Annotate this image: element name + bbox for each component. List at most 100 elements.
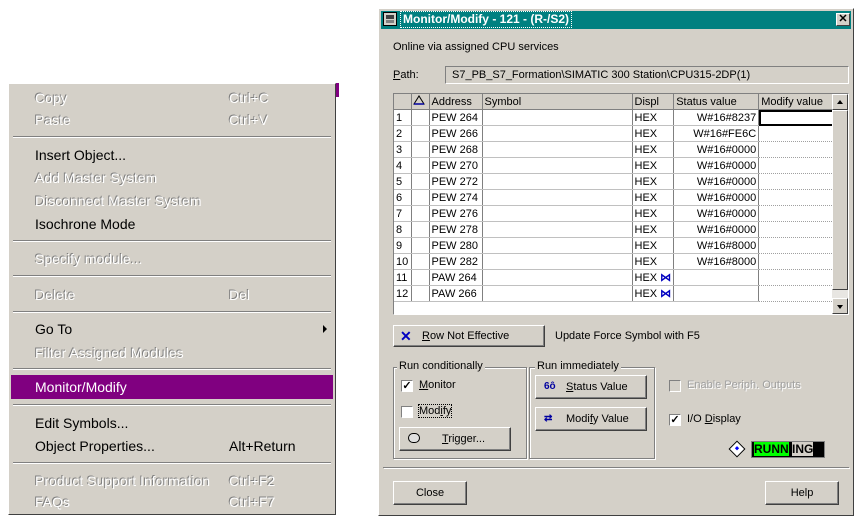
display-format-cell: HEX xyxy=(632,141,675,158)
address-cell[interactable]: PAW 264 xyxy=(429,269,483,286)
modify-value-button[interactable]: ⇄ Modify Value xyxy=(535,407,647,431)
address-cell[interactable]: PEW 264 xyxy=(429,109,483,126)
table-row[interactable]: 5 PEW 272 HEX W#16#0000 xyxy=(394,173,846,190)
symbol-cell[interactable] xyxy=(482,157,633,174)
status-value-cell xyxy=(673,269,760,286)
table-row[interactable]: 7 PEW 276 HEX W#16#0000 xyxy=(394,205,846,222)
table-row[interactable]: 3 PEW 268 HEX W#16#0000 xyxy=(394,141,846,158)
force-symbol-icon: ⋈ xyxy=(657,288,672,300)
address-cell[interactable]: PEW 280 xyxy=(429,237,483,254)
address-cell[interactable]: PAW 266 xyxy=(429,285,483,302)
display-format-cell: HEX xyxy=(632,253,675,270)
trigger-button[interactable]: Trigger... xyxy=(399,427,511,451)
table-row[interactable]: 10 PEW 282 HEX W#16#8000 xyxy=(394,253,846,270)
table-row[interactable]: 2 PEW 266 HEX W#16#FE6C xyxy=(394,125,846,142)
symbol-cell[interactable] xyxy=(482,109,633,126)
modify-value-label: Modify Value xyxy=(566,413,629,425)
address-cell[interactable]: PEW 266 xyxy=(429,125,483,142)
symbol-cell[interactable] xyxy=(482,205,633,222)
menu-item-disconnect-master-system: Disconnect Master System xyxy=(35,193,202,209)
menu-item-copy: Copy Ctrl+C xyxy=(35,90,270,106)
column-header-address[interactable]: Address xyxy=(429,94,483,110)
status-value-cell xyxy=(673,285,760,302)
status-diamond-icon xyxy=(728,440,746,458)
modify-label: Modify xyxy=(417,404,453,418)
scroll-thumb[interactable] xyxy=(832,110,848,290)
symbol-cell[interactable] xyxy=(482,141,633,158)
row-number: 7 xyxy=(394,205,412,222)
row-marker xyxy=(411,221,430,238)
symbol-cell[interactable] xyxy=(482,253,633,270)
menu-item-go-to[interactable]: Go To xyxy=(11,317,333,341)
display-format-cell: HEX xyxy=(632,157,675,174)
symbol-cell[interactable] xyxy=(482,189,633,206)
symbol-cell[interactable] xyxy=(482,285,633,302)
table-row[interactable]: 12 PAW 266 HEX ⋈ xyxy=(394,285,846,302)
table-row[interactable]: 9 PEW 280 HEX W#16#8000 xyxy=(394,237,846,254)
row-marker xyxy=(411,285,430,302)
status-value-cell: W#16#0000 xyxy=(673,141,760,158)
address-cell[interactable]: PEW 276 xyxy=(429,205,483,222)
trigger-label: Trigger... xyxy=(442,433,485,445)
table-row[interactable]: 6 PEW 274 HEX W#16#0000 xyxy=(394,189,846,206)
address-cell[interactable]: PEW 268 xyxy=(429,141,483,158)
status-value-cell: W#16#0000 xyxy=(673,173,760,190)
running-status-text-rest: ING xyxy=(792,442,814,456)
table-row[interactable]: 11 PAW 264 HEX ⋈ xyxy=(394,269,846,286)
row-number: 2 xyxy=(394,125,412,142)
monitor-table[interactable]: Address Symbol Displ Status value Modify… xyxy=(393,93,849,315)
row-marker xyxy=(411,141,430,158)
app-icon xyxy=(383,12,397,26)
symbol-cell[interactable] xyxy=(482,221,633,238)
row-marker xyxy=(411,173,430,190)
symbol-cell[interactable] xyxy=(482,269,633,286)
address-cell[interactable]: PEW 282 xyxy=(429,253,483,270)
monitor-checkbox[interactable]: ✓ xyxy=(401,380,413,392)
menu-item-object-properties[interactable]: Object Properties... Alt+Return xyxy=(11,434,333,458)
scroll-up-icon[interactable] xyxy=(832,94,848,110)
row-marker xyxy=(411,253,430,270)
row-number: 9 xyxy=(394,237,412,254)
menu-item-monitor-modify[interactable]: Monitor/Modify xyxy=(11,375,333,399)
address-cell[interactable]: PEW 278 xyxy=(429,221,483,238)
menu-item-edit-symbols[interactable]: Edit Symbols... xyxy=(11,411,333,435)
table-row[interactable]: 8 PEW 278 HEX W#16#0000 xyxy=(394,221,846,238)
menu-separator xyxy=(13,368,331,370)
address-cell[interactable]: PEW 270 xyxy=(429,157,483,174)
help-button[interactable]: Help xyxy=(765,481,839,505)
run-immediately-label: Run immediately xyxy=(535,360,621,372)
modify-checkbox[interactable] xyxy=(401,406,413,418)
vertical-scrollbar[interactable] xyxy=(832,94,848,314)
table-row[interactable]: 1 PEW 264 HEX W#16#8237 xyxy=(394,109,846,126)
io-display-checkbox[interactable]: ✓ xyxy=(669,414,681,426)
close-button[interactable]: Close xyxy=(393,481,467,505)
close-icon[interactable]: ✕ xyxy=(836,13,850,26)
address-cell[interactable]: PEW 274 xyxy=(429,189,483,206)
running-status-indicator: RUNN ING xyxy=(751,441,825,458)
row-number: 3 xyxy=(394,141,412,158)
row-number: 5 xyxy=(394,173,412,190)
row-marker xyxy=(411,109,430,126)
status-value-cell: W#16#8000 xyxy=(673,237,760,254)
enable-periph-label: Enable Periph. Outputs xyxy=(687,379,801,391)
address-cell[interactable]: PEW 272 xyxy=(429,173,483,190)
menu-item-insert-object[interactable]: Insert Object... xyxy=(11,143,333,167)
status-value-cell: W#16#0000 xyxy=(673,205,760,222)
dialog-titlebar[interactable]: Monitor/Modify - 121 - (R-/S2) ✕ xyxy=(381,11,851,29)
path-field[interactable]: S7_PB_S7_Formation\SIMATIC 300 Station\C… xyxy=(445,66,849,84)
column-header-display[interactable]: Displ xyxy=(632,94,675,110)
table-row[interactable]: 4 PEW 270 HEX W#16#0000 xyxy=(394,157,846,174)
status-value-cell: W#16#8237 xyxy=(673,109,760,126)
status-value-button[interactable]: 6ô Status Value xyxy=(535,375,647,399)
column-header-symbol[interactable]: Symbol xyxy=(482,94,633,110)
scroll-down-icon[interactable] xyxy=(832,298,848,314)
menu-item-isochrone-mode[interactable]: Isochrone Mode xyxy=(11,212,333,236)
column-header-status-value[interactable]: Status value xyxy=(673,94,760,110)
symbol-cell[interactable] xyxy=(482,173,633,190)
symbol-cell[interactable] xyxy=(482,237,633,254)
symbol-cell[interactable] xyxy=(482,125,633,142)
sort-icon[interactable] xyxy=(411,94,430,110)
display-format-cell: HEX xyxy=(632,173,675,190)
glasses-icon: 6ô xyxy=(544,381,556,392)
row-not-effective-button[interactable]: ✕ Row Not Effective xyxy=(393,325,545,347)
